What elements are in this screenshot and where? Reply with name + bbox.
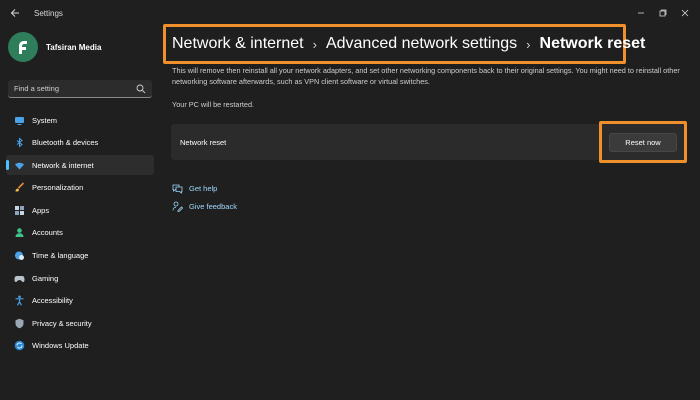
feedback-icon — [172, 201, 183, 212]
update-icon — [14, 340, 25, 351]
give-feedback-label: Give feedback — [189, 201, 237, 211]
sidebar-item-label: Personalization — [32, 183, 84, 193]
maximize-button[interactable] — [652, 4, 674, 22]
sidebar-item-privacy-security[interactable]: Privacy & security — [6, 313, 154, 333]
network-reset-label: Network reset — [180, 137, 227, 147]
bluetooth-icon — [14, 137, 25, 148]
give-feedback-link[interactable]: Give feedback — [172, 197, 237, 215]
sidebar-item-label: Privacy & security — [32, 318, 92, 328]
help-links: Get help Give feedback — [172, 179, 237, 215]
close-icon — [681, 9, 689, 17]
page-title: Network reset — [539, 35, 646, 52]
close-button[interactable] — [674, 4, 696, 22]
person-icon — [14, 227, 25, 238]
sidebar-item-label: Apps — [32, 205, 50, 215]
wifi-icon — [14, 160, 25, 171]
breadcrumb-separator: › — [526, 36, 531, 52]
sidebar-item-label: Time & language — [32, 251, 89, 261]
sidebar: Tafsiran Media System Bluetooth & device… — [0, 26, 160, 400]
system-icon — [14, 115, 25, 126]
search-box[interactable] — [8, 80, 152, 98]
get-help-link[interactable]: Get help — [172, 179, 237, 197]
sidebar-item-gaming[interactable]: Gaming — [6, 268, 154, 288]
minimize-button[interactable] — [630, 4, 652, 22]
breadcrumb-item-network[interactable]: Network & internet — [172, 35, 304, 53]
globe-clock-icon — [14, 250, 25, 261]
help-icon — [172, 183, 183, 194]
back-arrow-icon — [10, 9, 19, 17]
accessibility-icon — [14, 295, 25, 306]
minimize-icon — [638, 12, 644, 14]
sidebar-item-apps[interactable]: Apps — [6, 200, 154, 220]
user-profile[interactable]: Tafsiran Media — [8, 32, 101, 62]
app-title: Settings — [34, 8, 63, 18]
get-help-label: Get help — [189, 183, 218, 193]
leaf-logo-icon — [19, 41, 27, 54]
sidebar-item-windows-update[interactable]: Windows Update — [6, 336, 154, 356]
profile-name: Tafsiran Media — [46, 42, 102, 52]
sidebar-item-label: Gaming — [32, 273, 59, 283]
breadcrumb: Network & internet › Advanced network se… — [163, 24, 645, 64]
sidebar-item-accessibility[interactable]: Accessibility — [6, 291, 154, 311]
restore-icon — [659, 9, 667, 17]
sidebar-item-system[interactable]: System — [6, 110, 154, 130]
sidebar-item-label: Windows Update — [32, 341, 89, 351]
reset-now-button[interactable]: Reset now — [609, 132, 677, 152]
apps-icon — [14, 205, 25, 216]
sidebar-item-time-language[interactable]: Time & language — [6, 246, 154, 266]
sidebar-item-label: Bluetooth & devices — [32, 138, 99, 148]
reset-description: This will remove then reinstall all your… — [172, 66, 680, 86]
gamepad-icon — [14, 273, 25, 284]
sidebar-item-network[interactable]: Network & internet — [6, 155, 154, 176]
avatar — [8, 32, 38, 62]
back-button[interactable] — [4, 2, 26, 24]
title-bar: Settings — [0, 0, 700, 26]
sidebar-nav: System Bluetooth & devices Network & int… — [6, 110, 154, 359]
sidebar-item-label: Network & internet — [32, 160, 94, 170]
restart-note: Your PC will be restarted. — [172, 100, 255, 109]
reset-button-highlight: Reset now — [599, 121, 687, 163]
breadcrumb-separator: › — [312, 36, 317, 52]
sidebar-item-label: Accounts — [32, 228, 63, 238]
sidebar-item-label: Accessibility — [32, 296, 73, 306]
search-input[interactable] — [14, 84, 124, 93]
brush-icon — [14, 182, 25, 193]
sidebar-item-personalization[interactable]: Personalization — [6, 178, 154, 198]
sidebar-item-bluetooth[interactable]: Bluetooth & devices — [6, 133, 154, 153]
breadcrumb-item-advanced[interactable]: Advanced network settings — [326, 35, 517, 53]
sidebar-item-label: System — [32, 115, 58, 125]
window-controls — [630, 4, 696, 22]
shield-icon — [14, 318, 25, 329]
search-icon — [136, 84, 146, 93]
sidebar-item-accounts[interactable]: Accounts — [6, 223, 154, 243]
